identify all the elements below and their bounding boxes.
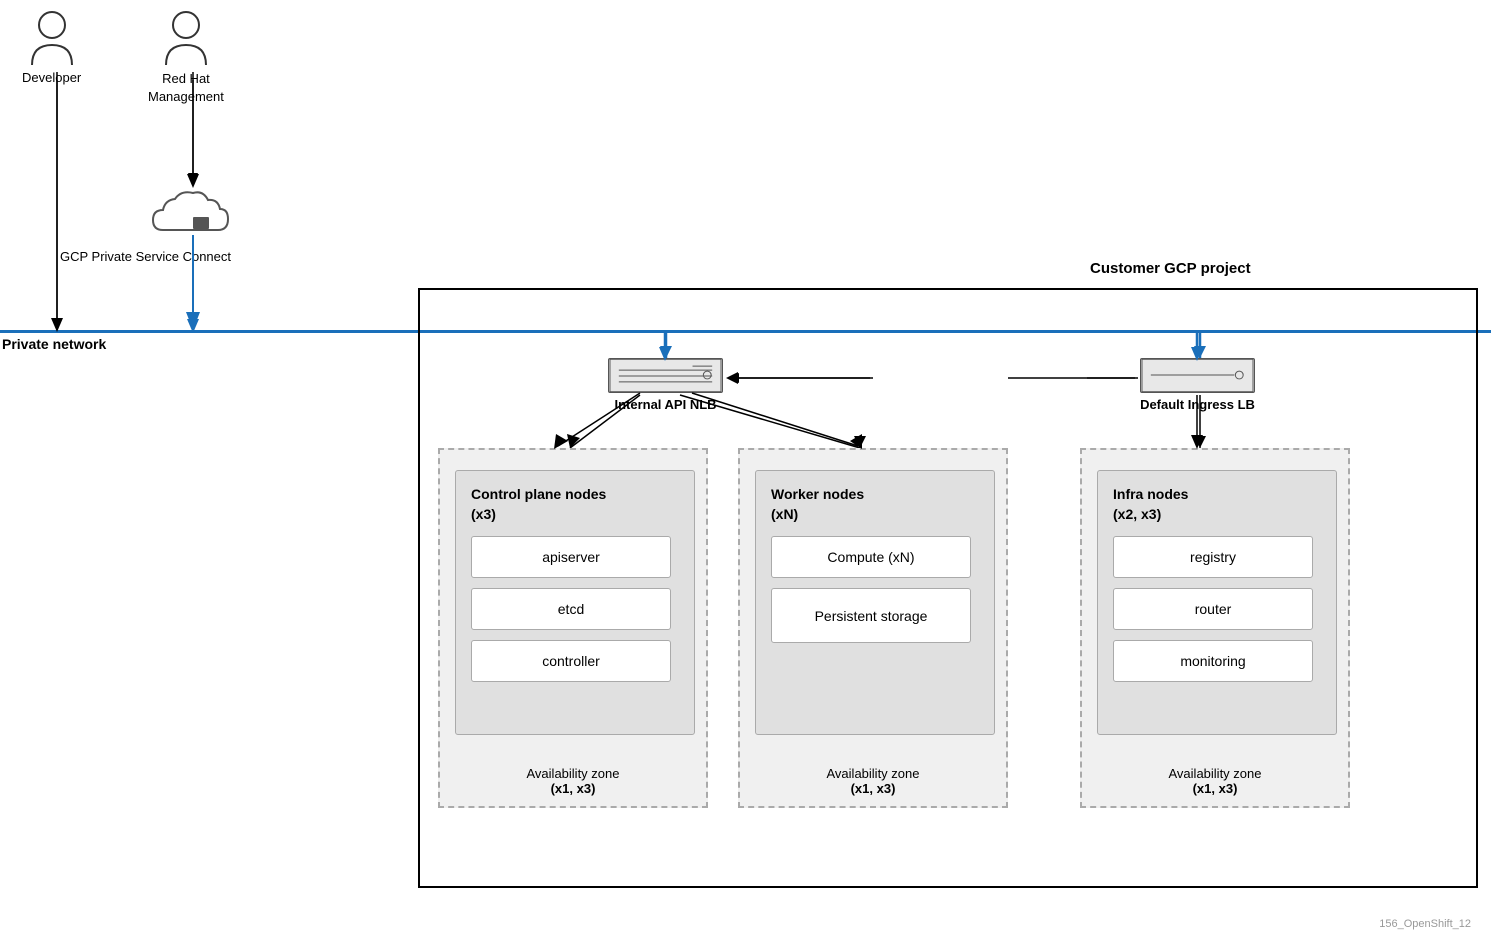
- infra-nodes-title: Infra nodes: [1113, 486, 1321, 502]
- availability-zone-2: Worker nodes (xN) Compute (xN) Persisten…: [738, 448, 1008, 808]
- default-ingress-lb: Default Ingress LB: [1140, 358, 1255, 393]
- worker-nodes-title: Worker nodes: [771, 486, 979, 502]
- redhat-label: Red HatManagement: [148, 70, 224, 106]
- default-ingress-lb-label: Default Ingress LB: [1140, 397, 1255, 412]
- az1-label: Availability zone (x1, x3): [440, 766, 706, 796]
- infra-nodes-group: Infra nodes (x2, x3) registry router mon…: [1097, 470, 1337, 735]
- gcp-private-service-label: GCP Private Service Connect: [60, 248, 231, 264]
- private-network-label: Private network: [2, 336, 106, 352]
- developer-actor: Developer: [22, 10, 81, 85]
- watermark: 156_OpenShift_12: [1379, 918, 1471, 930]
- az2-label: Availability zone (x1, x3): [740, 766, 1006, 796]
- router-component: router: [1113, 588, 1313, 630]
- registry-component: registry: [1113, 536, 1313, 578]
- diagram-container: Developer Red HatManagement GCP Private …: [0, 0, 1491, 945]
- redhat-person-icon: [161, 10, 211, 65]
- worker-nodes-subtitle: (xN): [771, 506, 979, 522]
- control-plane-nodes-group: Control plane nodes (x3) apiserver etcd …: [455, 470, 695, 735]
- controller-component: controller: [471, 640, 671, 682]
- az3-label: Availability zone (x1, x3): [1082, 766, 1348, 796]
- developer-label: Developer: [22, 70, 81, 85]
- monitoring-component: monitoring: [1113, 640, 1313, 682]
- etcd-component: etcd: [471, 588, 671, 630]
- apiserver-component: apiserver: [471, 536, 671, 578]
- infra-nodes-subtitle: (x2, x3): [1113, 506, 1321, 522]
- persistent-storage-component: Persistent storage: [771, 588, 971, 643]
- developer-person-icon: [27, 10, 77, 65]
- availability-zone-3: Infra nodes (x2, x3) registry router mon…: [1080, 448, 1350, 808]
- internal-api-nlb-label: Internal API NLB: [608, 397, 723, 412]
- internal-api-nlb: Internal API NLB: [608, 358, 723, 393]
- control-plane-subtitle: (x3): [471, 506, 679, 522]
- worker-nodes-group: Worker nodes (xN) Compute (xN) Persisten…: [755, 470, 995, 735]
- redhat-actor: Red HatManagement: [148, 10, 224, 106]
- cloud-icon: [148, 185, 238, 243]
- compute-component: Compute (xN): [771, 536, 971, 578]
- customer-gcp-project-label: Customer GCP project: [1090, 260, 1251, 277]
- control-plane-title: Control plane nodes: [471, 486, 679, 502]
- availability-zone-1: Control plane nodes (x3) apiserver etcd …: [438, 448, 708, 808]
